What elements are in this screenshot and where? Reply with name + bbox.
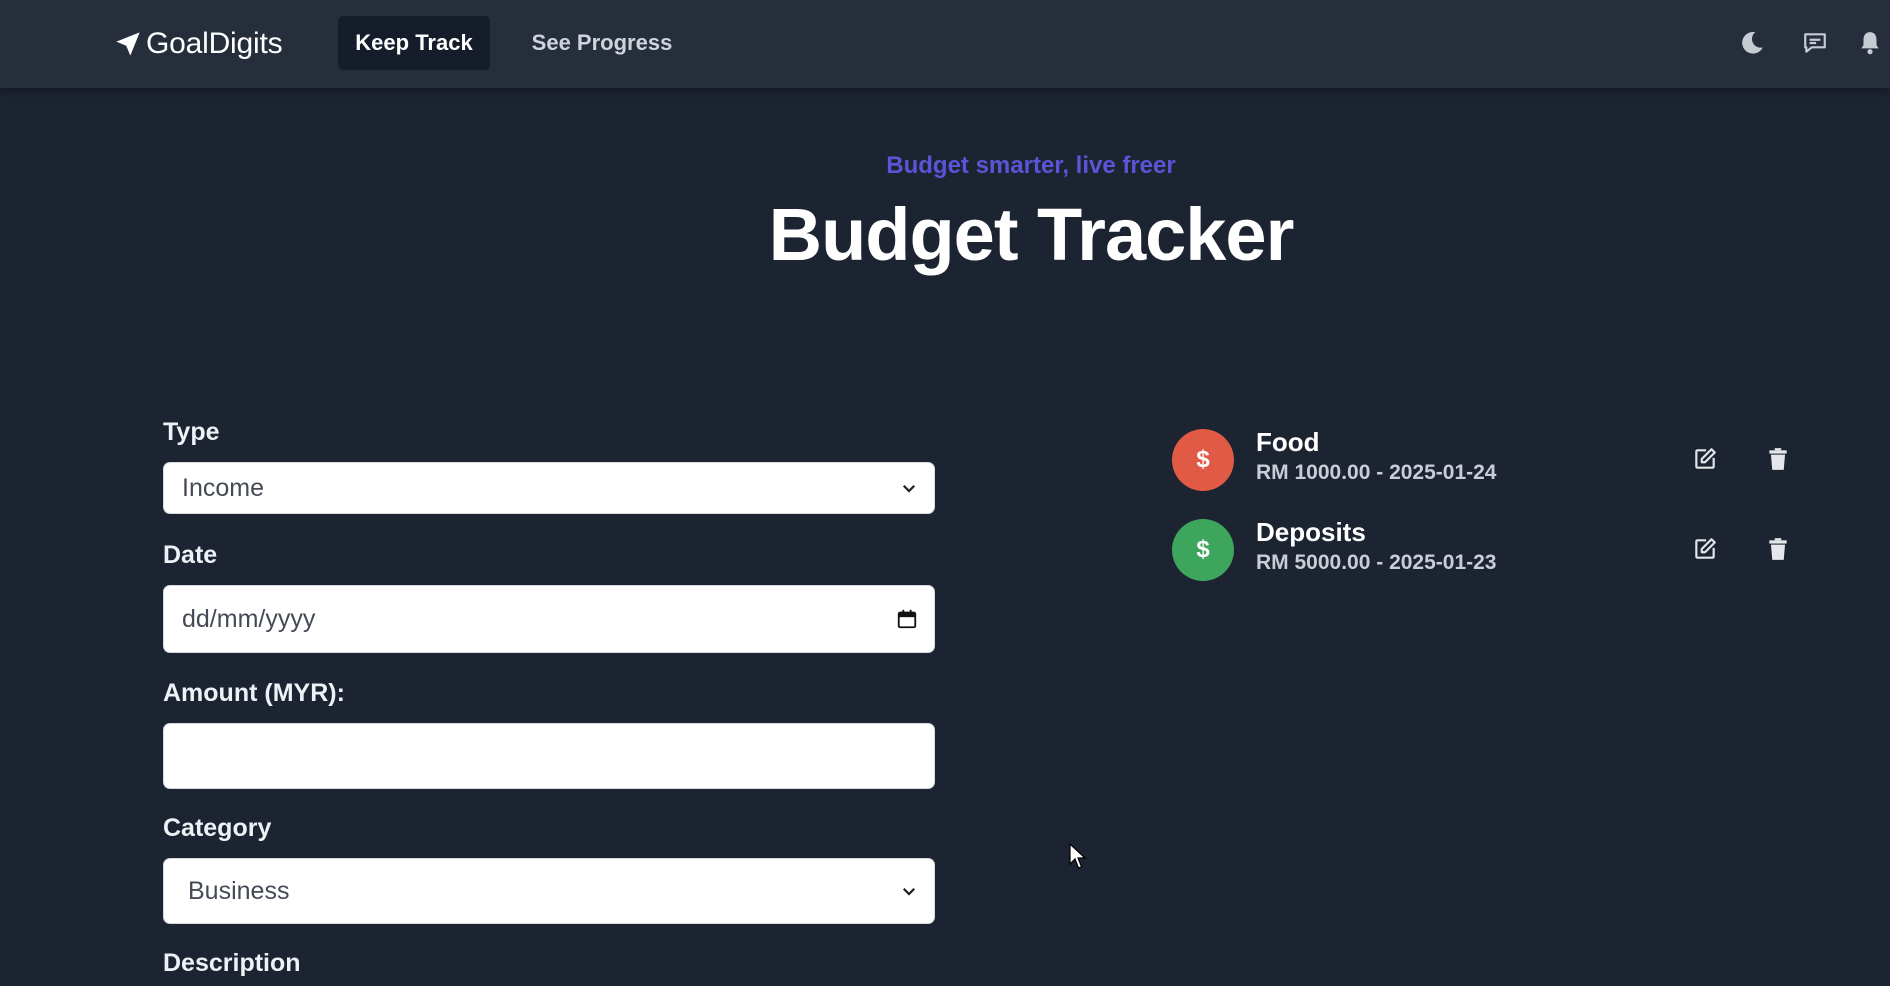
trash-icon[interactable] [1758,529,1798,569]
chevron-down-icon [902,887,916,896]
calendar-icon[interactable] [896,608,918,630]
top-navbar: GoalDigits Keep Track See Progress [0,0,1890,88]
description-label: Description [163,949,301,977]
bell-icon[interactable] [1853,26,1887,60]
brand-name: GoalDigits [146,27,283,60]
moon-icon[interactable] [1735,26,1769,60]
mouse-cursor-icon [1069,843,1087,869]
transaction-detail: RM 1000.00 - 2025-01-24 [1256,461,1497,484]
amount-input[interactable] [182,724,918,788]
nav-keep-track[interactable]: Keep Track [338,16,490,70]
transaction-name: Food [1256,427,1320,457]
transaction-item: $ Deposits RM 5000.00 - 2025-01-23 [1170,517,1800,583]
nav-see-progress[interactable]: See Progress [518,16,686,70]
edit-icon[interactable] [1685,529,1725,569]
chevron-down-icon [902,484,916,493]
brand-logo-link[interactable]: GoalDigits [114,24,283,64]
date-input-placeholder: dd/mm/yyyy [182,604,316,633]
type-select[interactable]: Income [163,462,935,514]
type-select-value: Income [182,473,264,502]
amount-label: Amount (MYR): [163,679,345,707]
transaction-detail: RM 5000.00 - 2025-01-23 [1256,551,1497,574]
dollar-icon: $ [1172,519,1234,581]
paper-plane-icon [116,32,140,56]
date-input[interactable]: dd/mm/yyyy [163,585,935,653]
transaction-name: Deposits [1256,517,1366,547]
transaction-item: $ Food RM 1000.00 - 2025-01-24 [1170,427,1800,493]
category-label: Category [163,814,272,842]
date-label: Date [163,541,218,569]
amount-field[interactable] [163,723,935,789]
page-title: Budget Tracker [768,193,1295,276]
type-label: Type [163,418,220,446]
page-tagline: Budget smarter, live freer [886,152,1176,179]
trash-icon[interactable] [1758,439,1798,479]
edit-icon[interactable] [1685,439,1725,479]
category-select-value: Business [188,876,290,905]
chat-icon[interactable] [1798,26,1832,60]
category-select[interactable]: Business [163,858,935,924]
dollar-icon: $ [1172,429,1234,491]
